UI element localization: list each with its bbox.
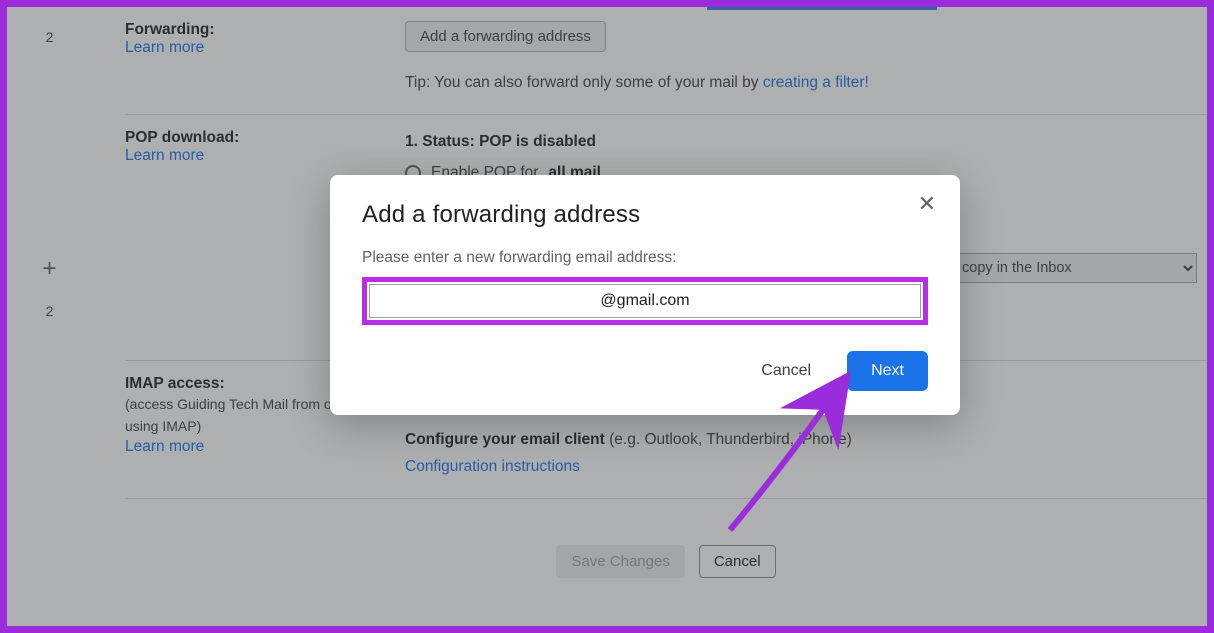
- dialog-actions: Cancel Next: [362, 351, 928, 391]
- input-annotation-highlight: [362, 277, 928, 325]
- dialog-prompt: Please enter a new forwarding email addr…: [362, 249, 928, 267]
- dialog-cancel-button[interactable]: Cancel: [753, 356, 819, 386]
- dialog-title: Add a forwarding address: [362, 201, 928, 229]
- close-icon[interactable]: ✕: [918, 193, 936, 215]
- forwarding-email-input[interactable]: [369, 284, 921, 318]
- dialog-next-button[interactable]: Next: [847, 351, 928, 391]
- add-forwarding-dialog: ✕ Add a forwarding address Please enter …: [330, 175, 960, 415]
